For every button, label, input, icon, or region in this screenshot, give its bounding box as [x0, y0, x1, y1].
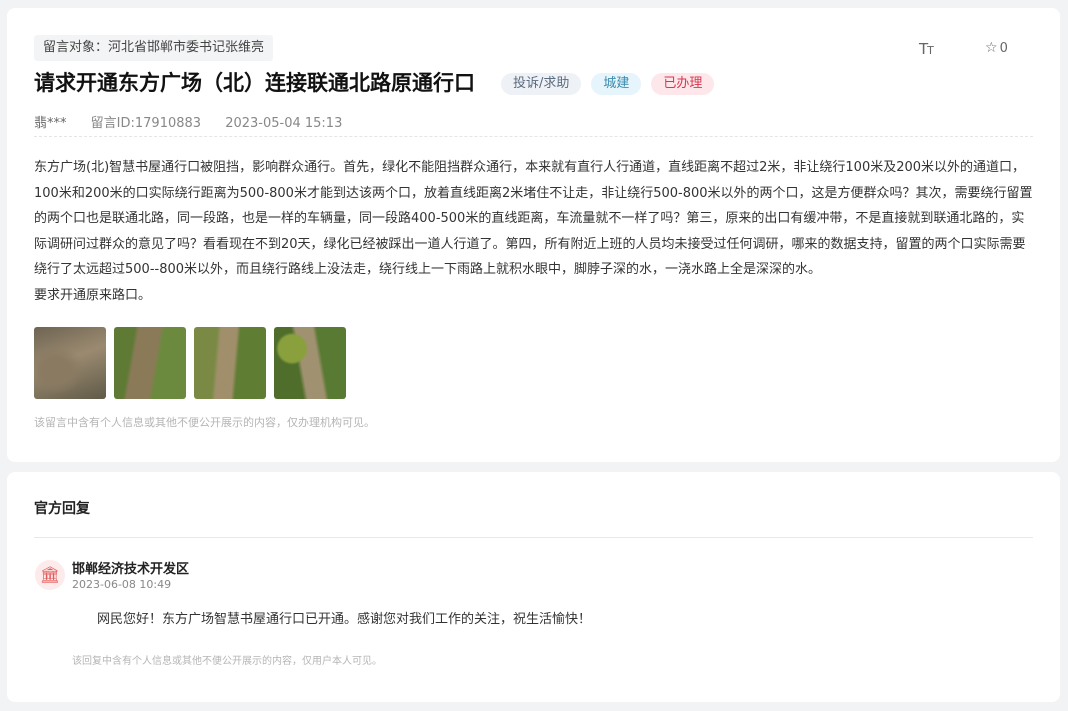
reply-text: 网民您好！东方广场智慧书屋通行口已开通。感谢您对我们工作的关注，祝生活愉快！ — [97, 612, 592, 627]
government-building-icon: 🏛 — [35, 560, 65, 590]
content-paragraph: 要求开通原来路口。 — [34, 287, 152, 303]
favorite-button[interactable]: ☆ 0 — [985, 40, 1008, 56]
favorite-count: 0 — [999, 41, 1008, 56]
author-name: 翡*** — [34, 116, 67, 131]
badge-group: 投诉/求助 城建 已办理 — [501, 73, 715, 95]
content-paragraph: 东方广场(北)智慧书屋通行口被阻挡，影响群众通行。首先，绿化不能阻挡群众通行，本… — [34, 160, 1033, 278]
font-size-small-icon: T — [927, 44, 934, 57]
reply-org-name: 邯郸经济技术开发区 — [72, 562, 190, 577]
reply-datetime: 2023-06-08 10:49 — [72, 578, 172, 591]
status-badge: 已办理 — [651, 73, 715, 95]
official-reply-card: 官方回复 🏛 邯郸经济技术开发区 2023-06-08 10:49 网民您好！东… — [7, 472, 1060, 702]
font-size-large-icon: T — [919, 40, 928, 58]
divider — [34, 136, 1033, 137]
photo-thumbnail[interactable] — [34, 327, 106, 399]
photo-thumbnail[interactable] — [274, 327, 346, 399]
divider — [34, 537, 1033, 538]
message-meta: 翡*** 留言ID:17910883 2023-05-04 15:13 — [34, 112, 362, 131]
star-outline-icon: ☆ — [985, 40, 998, 56]
category-badge: 城建 — [591, 73, 642, 95]
photo-thumbnail[interactable] — [194, 327, 266, 399]
message-card: 留言对象：河北省邯郸市委书记张维亮 TT ☆ 0 请求开通东方广场（北）连接联通北… — [7, 8, 1060, 462]
message-content: 东方广场(北)智慧书屋通行口被阻挡，影响群众通行。首先，绿化不能阻挡群众通行，本… — [34, 155, 1034, 309]
font-size-toggle-button[interactable]: TT — [919, 40, 934, 58]
message-target-tag: 留言对象：河北省邯郸市委书记张维亮 — [34, 35, 274, 61]
message-privacy-note: 该留言中含有个人信息或其他不便公开展示的内容，仅办理机构可见。 — [34, 416, 375, 429]
message-id: 留言ID:17910883 — [90, 116, 202, 131]
page-title: 请求开通东方广场（北）连接联通北路原通行口 — [34, 71, 475, 95]
photo-thumbnail[interactable] — [114, 327, 186, 399]
photo-gallery — [34, 327, 346, 399]
reply-heading: 官方回复 — [34, 501, 90, 517]
message-datetime: 2023-05-04 15:13 — [225, 116, 343, 131]
type-badge: 投诉/求助 — [501, 73, 582, 95]
reply-privacy-note: 该回复中含有个人信息或其他不便公开展示的内容，仅用户本人可见。 — [72, 656, 382, 667]
